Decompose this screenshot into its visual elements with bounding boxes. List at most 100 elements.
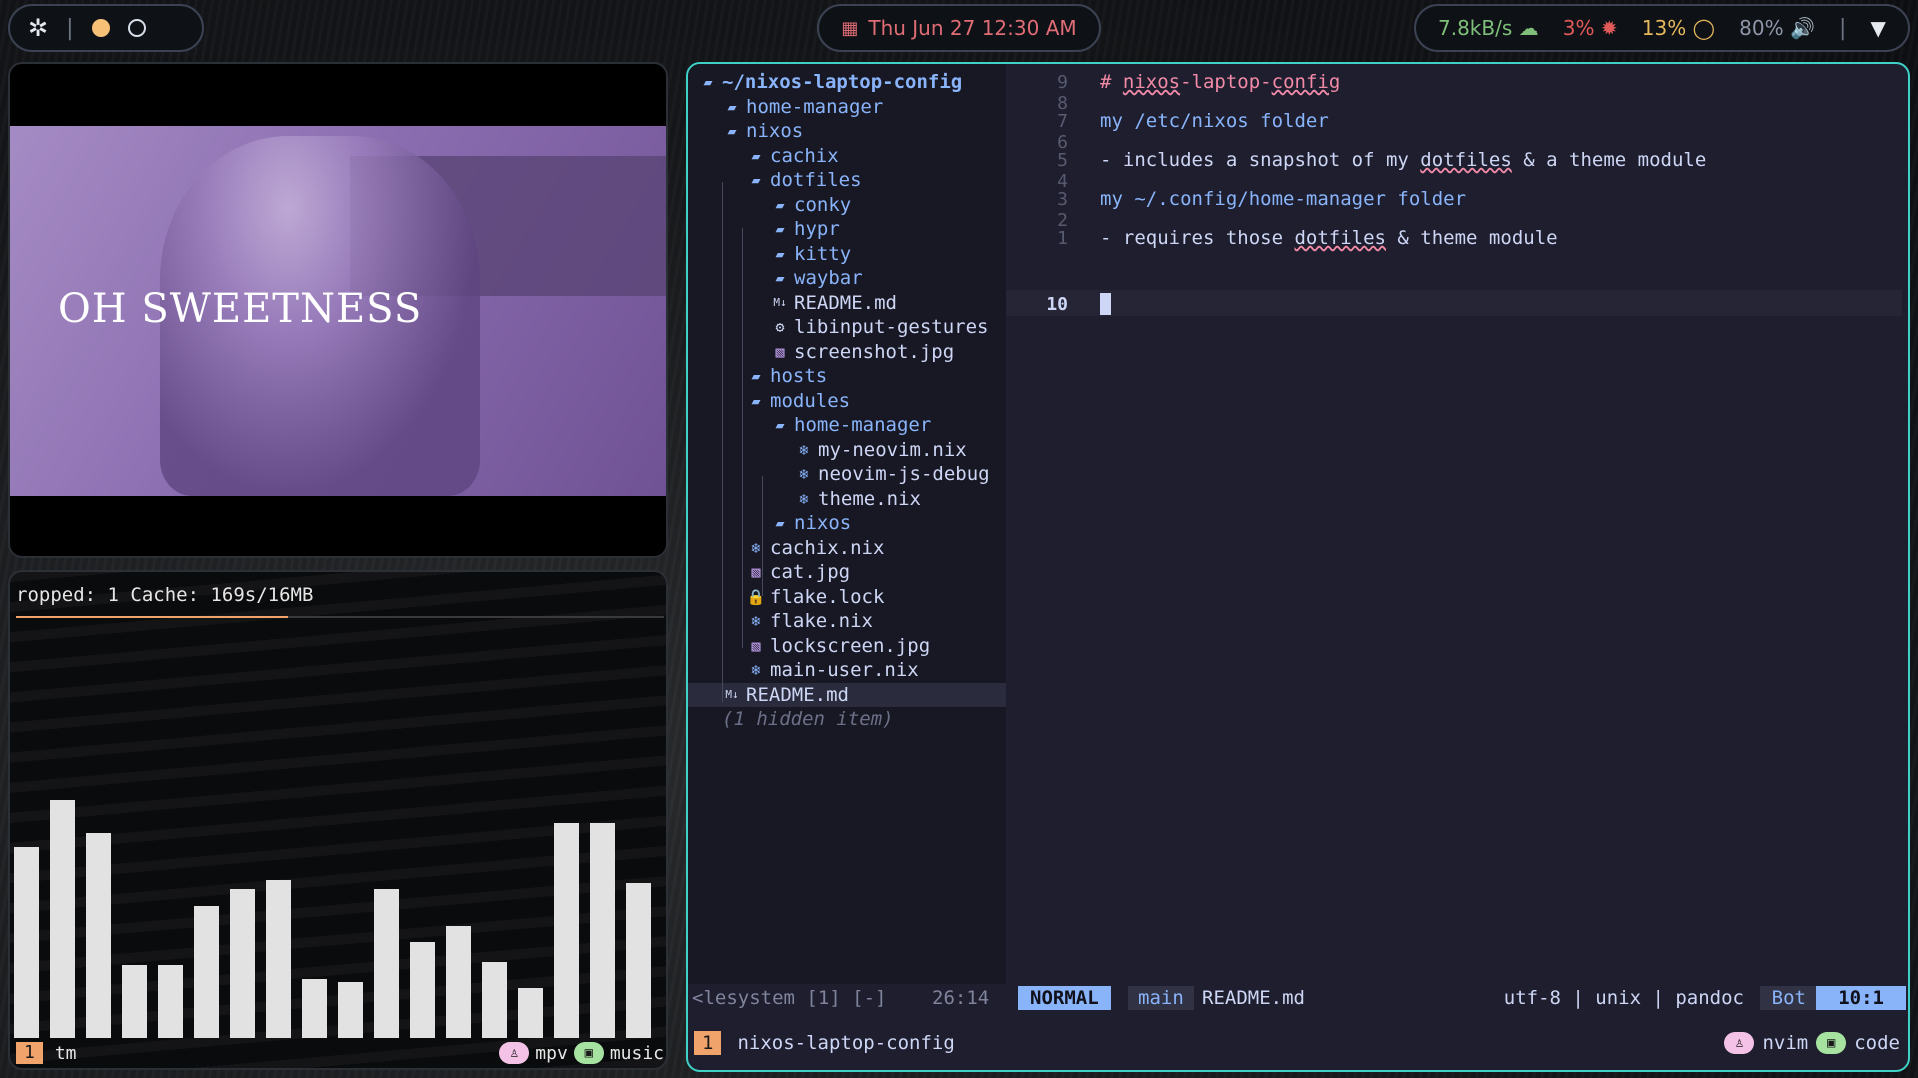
visualizer-bar bbox=[554, 823, 579, 1038]
folder-icon: ▰ bbox=[775, 220, 785, 238]
folder-icon: ▰ bbox=[751, 367, 761, 385]
visualizer-bar bbox=[626, 883, 651, 1038]
tree-item[interactable]: M↓ README.md bbox=[770, 291, 897, 315]
video-frame: OH SWEETNESS bbox=[10, 126, 666, 496]
tree-item[interactable]: ▰ waybar bbox=[770, 266, 862, 290]
memory-usage[interactable]: 13% ◯ bbox=[1642, 16, 1715, 40]
separator-2: | bbox=[1838, 15, 1847, 41]
tree-root-label: ~/nixos-laptop-config bbox=[722, 71, 963, 93]
config-gear-icon: ⚙ bbox=[775, 318, 785, 336]
music-window[interactable]: ropped: 1 Cache: 169s/16MB 1 tm ♙ mpv ▣ … bbox=[8, 570, 668, 1070]
tree-item[interactable]: ▰ hosts bbox=[746, 364, 827, 388]
visualizer-bar bbox=[590, 823, 615, 1038]
tmux-window-number[interactable]: 1 bbox=[694, 1031, 722, 1055]
topbar-left: ✲ | bbox=[8, 4, 204, 52]
tree-item-label: nixos bbox=[746, 120, 804, 142]
visualizer-bar bbox=[302, 979, 327, 1038]
folder-icon: ▰ bbox=[775, 514, 785, 532]
tmux-app-code[interactable]: code bbox=[1854, 1032, 1900, 1054]
tree-root[interactable]: ▰ ~/nixos-laptop-config bbox=[698, 70, 962, 94]
code-line-9: - requires those dotfiles & theme module bbox=[1100, 226, 1558, 250]
network-speed[interactable]: 7.8kB/s ☁ bbox=[1438, 16, 1539, 40]
tree-item[interactable]: ❄ theme.nix bbox=[794, 487, 920, 511]
status-filename: README.md bbox=[1202, 987, 1305, 1009]
workspace-1-indicator[interactable] bbox=[91, 19, 110, 37]
tmux-app-music[interactable]: music bbox=[610, 1043, 664, 1064]
tree-item[interactable]: ▰ cachix bbox=[746, 144, 839, 168]
tmux-session-name: nixos-laptop-config bbox=[737, 1032, 955, 1054]
nix-snowflake-icon: ❄ bbox=[751, 612, 761, 630]
lock-icon: 🔒 bbox=[746, 587, 766, 606]
topbar-clock[interactable]: ▦ Thu Jun 27 12:30 AM bbox=[817, 4, 1101, 52]
tmux-window-number[interactable]: 1 bbox=[16, 1042, 43, 1064]
tmux-session-name: tm bbox=[54, 1042, 77, 1064]
tree-item[interactable]: ❄ cachix.nix bbox=[746, 536, 884, 560]
tree-item-label: cachix bbox=[770, 144, 839, 167]
tree-item[interactable]: ▧ screenshot.jpg bbox=[770, 340, 954, 364]
terminal-icon: ▣ bbox=[1816, 1032, 1847, 1054]
separator: | bbox=[66, 15, 74, 41]
tree-item-label: README.md bbox=[794, 291, 897, 314]
tree-item-label: neovim-js-debug bbox=[818, 463, 990, 485]
line-number: 1 bbox=[1057, 228, 1068, 249]
tree-item[interactable]: ▰ nixos bbox=[770, 511, 851, 535]
nix-snowflake-icon: ❄ bbox=[751, 661, 761, 679]
tree-item[interactable]: ▰ conky bbox=[770, 193, 851, 217]
nix-snowflake-icon: ❄ bbox=[751, 538, 761, 557]
code-buffer[interactable]: # nixos -laptop-config my /etc/nixos fold… bbox=[1100, 64, 1908, 984]
tree-item[interactable]: ▰ hypr bbox=[770, 217, 839, 241]
tree-item[interactable]: ▧ lockscreen.jpg bbox=[746, 634, 930, 658]
indent-guide bbox=[722, 182, 723, 702]
folder-open-icon: ▰ bbox=[727, 122, 737, 140]
tree-item[interactable]: ❄ flake.nix bbox=[746, 609, 872, 633]
file-tree[interactable]: ▰ ~/nixos-laptop-config ▰ home-manager ▰ nix… bbox=[688, 64, 1006, 984]
tree-item[interactable]: ❄ my-neovim.nix bbox=[794, 438, 967, 462]
tree-item[interactable]: 🔒 flake.lock bbox=[746, 585, 885, 609]
tree-item-label: kitty bbox=[794, 242, 852, 265]
tree-item[interactable]: ▰ kitty bbox=[770, 242, 851, 266]
audio-visualizer bbox=[10, 572, 666, 1068]
visualizer-bar bbox=[410, 942, 435, 1038]
neovim-window[interactable]: ▰ ~/nixos-laptop-config ▰ home-manager ▰ nix… bbox=[686, 62, 1910, 1072]
gear-icon[interactable]: ✲ bbox=[28, 14, 48, 42]
statusline: <lesystem [1] [-] 26:14 NORMAL main READ… bbox=[688, 982, 1908, 1012]
visualizer-bar bbox=[194, 906, 219, 1038]
tree-item[interactable]: ❄ neovim-js-debug bbox=[794, 462, 990, 486]
tree-item[interactable]: M↓ README.md bbox=[688, 682, 1006, 707]
cpu-icon: ✹ bbox=[1600, 16, 1618, 40]
image-icon: ▧ bbox=[775, 342, 785, 361]
tree-item[interactable]: ▰ modules bbox=[746, 389, 850, 413]
folder-open-icon: ▰ bbox=[775, 416, 785, 434]
tree-item-label: conky bbox=[794, 193, 852, 216]
tmux-app-nvim[interactable]: nvim bbox=[1762, 1032, 1808, 1054]
markdown-icon: M↓ bbox=[725, 688, 739, 701]
code-line-heading: # nixos -laptop-config bbox=[1100, 70, 1340, 94]
memory-ring-icon: ◯ bbox=[1692, 16, 1715, 40]
line-number: 10 bbox=[1046, 294, 1068, 315]
tree-item-label: cat.jpg bbox=[770, 561, 851, 583]
image-icon: ▧ bbox=[751, 636, 761, 655]
visualizer-bar bbox=[86, 833, 111, 1038]
workspace-2-indicator[interactable] bbox=[127, 19, 146, 37]
status-percent: Bot bbox=[1759, 986, 1818, 1010]
tmux-app-mpv[interactable]: mpv bbox=[535, 1043, 568, 1064]
tree-item[interactable]: ❄ main-user.nix bbox=[746, 658, 918, 682]
code-line-9-c: & theme module bbox=[1385, 227, 1558, 249]
volume[interactable]: 80% 🔊 bbox=[1739, 16, 1815, 40]
mpv-video-window[interactable]: OH SWEETNESS bbox=[8, 62, 668, 558]
wifi-icon[interactable]: ▼ bbox=[1871, 16, 1886, 40]
person-icon: ♙ bbox=[1724, 1032, 1755, 1054]
folder-icon: ▰ bbox=[775, 269, 785, 287]
tree-item-label: flake.lock bbox=[770, 585, 885, 608]
cpu-usage[interactable]: 3% ✹ bbox=[1563, 16, 1618, 40]
tree-item-label: my-neovim.nix bbox=[818, 438, 967, 461]
visualizer-bar bbox=[518, 988, 543, 1038]
tree-item[interactable]: ▰ dotfiles bbox=[746, 168, 861, 192]
tree-item[interactable]: ▰ nixos bbox=[722, 119, 803, 143]
tree-item[interactable]: ▰ home-manager bbox=[722, 95, 883, 119]
folder-icon: ▰ bbox=[727, 97, 737, 116]
cloud-download-icon: ☁ bbox=[1518, 16, 1539, 40]
tree-hidden-count: (1 hidden item) bbox=[722, 707, 894, 731]
tree-item[interactable]: ▰ home-manager bbox=[770, 413, 931, 437]
tree-item[interactable]: ⚙ libinput-gestures bbox=[770, 315, 988, 339]
